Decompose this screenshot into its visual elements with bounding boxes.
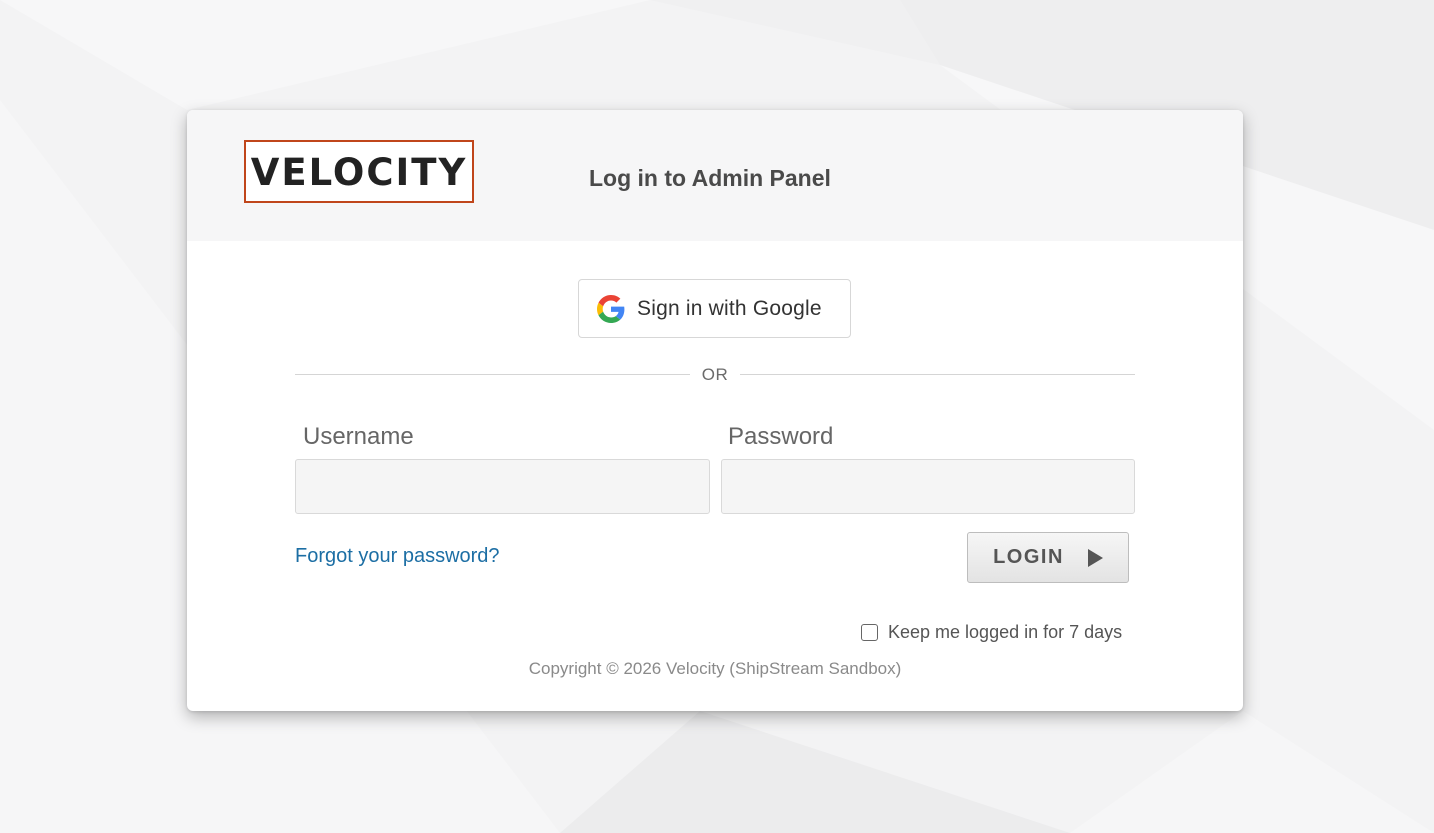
username-label: Username xyxy=(303,423,414,450)
password-input[interactable] xyxy=(721,459,1135,514)
divider-line-left xyxy=(295,374,690,375)
keep-logged-in-row: Keep me logged in for 7 days xyxy=(861,622,1122,643)
username-input[interactable] xyxy=(295,459,710,514)
card-header: VELOCITY Log in to Admin Panel xyxy=(187,110,1243,241)
divider-line-right xyxy=(740,374,1135,375)
google-g-icon xyxy=(597,294,625,323)
forgot-password-link[interactable]: Forgot your password? xyxy=(295,545,500,568)
login-button-label: LOGIN xyxy=(993,546,1064,568)
logo-text: VELOCITY xyxy=(250,151,468,194)
play-arrow-icon xyxy=(1087,548,1103,567)
google-sign-in-button[interactable]: Sign in with Google xyxy=(578,279,851,338)
velocity-logo: VELOCITY xyxy=(244,140,474,203)
login-card: VELOCITY Log in to Admin Panel Sign in w… xyxy=(187,110,1243,711)
page-title: Log in to Admin Panel xyxy=(589,165,831,191)
login-button[interactable]: LOGIN xyxy=(967,532,1129,583)
password-label: Password xyxy=(728,423,834,450)
copyright-text: Copyright © 2026 Velocity (ShipStream Sa… xyxy=(528,659,902,678)
or-divider-text: OR xyxy=(701,365,729,384)
keep-logged-in-checkbox[interactable] xyxy=(861,624,878,641)
keep-logged-in-label[interactable]: Keep me logged in for 7 days xyxy=(888,622,1122,643)
google-sign-in-label: Sign in with Google xyxy=(637,296,822,320)
